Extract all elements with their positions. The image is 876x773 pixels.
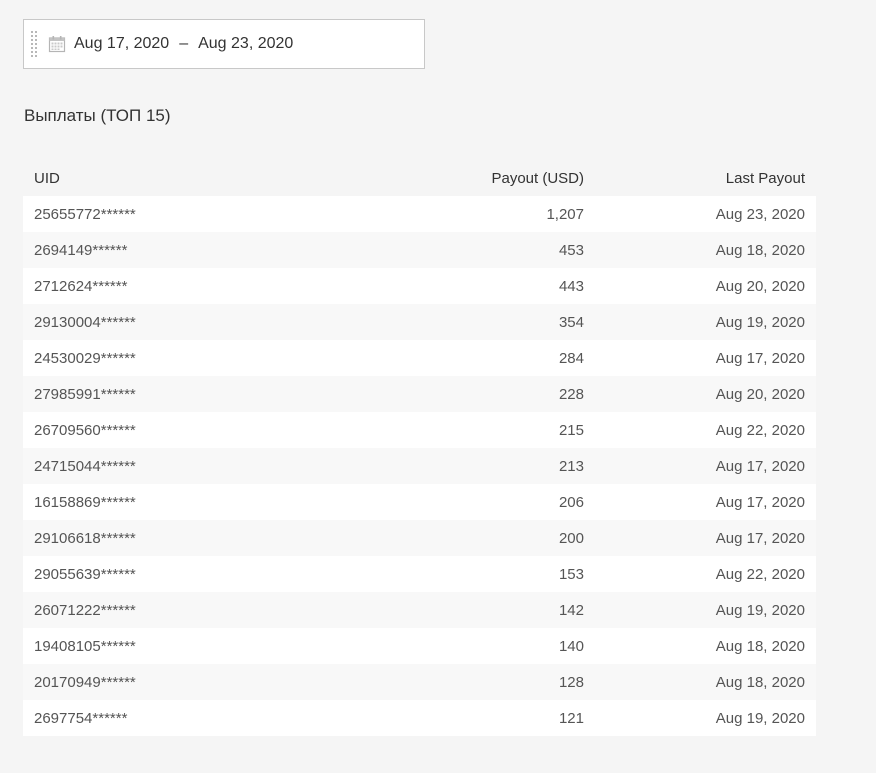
cell-last-payout: Aug 17, 2020 bbox=[595, 520, 816, 556]
table-row: 24530029****** 284 Aug 17, 2020 bbox=[23, 340, 816, 376]
payouts-table: UID Payout (USD) Last Payout 25655772***… bbox=[23, 160, 816, 736]
cell-payout: 200 bbox=[305, 520, 595, 556]
cell-last-payout: Aug 18, 2020 bbox=[595, 628, 816, 664]
table-row: 19408105****** 140 Aug 18, 2020 bbox=[23, 628, 816, 664]
cell-uid: 27985991****** bbox=[23, 376, 305, 412]
cell-payout: 228 bbox=[305, 376, 595, 412]
cell-payout: 121 bbox=[305, 700, 595, 736]
cell-payout: 443 bbox=[305, 268, 595, 304]
cell-uid: 29130004****** bbox=[23, 304, 305, 340]
cell-uid: 2712624****** bbox=[23, 268, 305, 304]
date-range-separator: – bbox=[179, 35, 189, 52]
table-row: 2697754****** 121 Aug 19, 2020 bbox=[23, 700, 816, 736]
table-row: 2712624****** 443 Aug 20, 2020 bbox=[23, 268, 816, 304]
cell-uid: 25655772****** bbox=[23, 196, 305, 232]
section-title: Выплаты (ТОП 15) bbox=[24, 106, 171, 125]
date-range-picker[interactable]: Aug 17, 2020 – Aug 23, 2020 bbox=[23, 19, 425, 69]
cell-payout: 354 bbox=[305, 304, 595, 340]
cell-payout: 128 bbox=[305, 664, 595, 700]
column-header-payout[interactable]: Payout (USD) bbox=[305, 160, 595, 196]
table-row: 2694149****** 453 Aug 18, 2020 bbox=[23, 232, 816, 268]
column-header-uid[interactable]: UID bbox=[23, 160, 305, 196]
cell-uid: 2694149****** bbox=[23, 232, 305, 268]
cell-last-payout: Aug 17, 2020 bbox=[595, 340, 816, 376]
table-row: 29106618****** 200 Aug 17, 2020 bbox=[23, 520, 816, 556]
table-row: 20170949****** 128 Aug 18, 2020 bbox=[23, 664, 816, 700]
cell-uid: 20170949****** bbox=[23, 664, 305, 700]
table-row: 24715044****** 213 Aug 17, 2020 bbox=[23, 448, 816, 484]
cell-payout: 1,207 bbox=[305, 196, 595, 232]
table-row: 29055639****** 153 Aug 22, 2020 bbox=[23, 556, 816, 592]
cell-payout: 453 bbox=[305, 232, 595, 268]
table-header-row: UID Payout (USD) Last Payout bbox=[23, 160, 816, 196]
table-row: 29130004****** 354 Aug 19, 2020 bbox=[23, 304, 816, 340]
cell-uid: 29055639****** bbox=[23, 556, 305, 592]
cell-uid: 29106618****** bbox=[23, 520, 305, 556]
cell-last-payout: Aug 18, 2020 bbox=[595, 664, 816, 700]
table-row: 25655772****** 1,207 Aug 23, 2020 bbox=[23, 196, 816, 232]
page: Aug 17, 2020 – Aug 23, 2020 Выплаты (ТОП… bbox=[0, 0, 876, 773]
cell-last-payout: Aug 17, 2020 bbox=[595, 484, 816, 520]
table-row: 27985991****** 228 Aug 20, 2020 bbox=[23, 376, 816, 412]
cell-uid: 26709560****** bbox=[23, 412, 305, 448]
cell-last-payout: Aug 20, 2020 bbox=[595, 376, 816, 412]
date-range-start[interactable]: Aug 17, 2020 bbox=[74, 35, 169, 53]
table-row: 26709560****** 215 Aug 22, 2020 bbox=[23, 412, 816, 448]
cell-last-payout: Aug 22, 2020 bbox=[595, 556, 816, 592]
cell-uid: 24715044****** bbox=[23, 448, 305, 484]
cell-last-payout: Aug 20, 2020 bbox=[595, 268, 816, 304]
cell-payout: 153 bbox=[305, 556, 595, 592]
column-header-last-payout[interactable]: Last Payout bbox=[595, 160, 816, 196]
cell-payout: 213 bbox=[305, 448, 595, 484]
cell-last-payout: Aug 19, 2020 bbox=[595, 304, 816, 340]
cell-uid: 26071222****** bbox=[23, 592, 305, 628]
cell-payout: 284 bbox=[305, 340, 595, 376]
cell-payout: 140 bbox=[305, 628, 595, 664]
cell-payout: 206 bbox=[305, 484, 595, 520]
drag-handle-icon[interactable] bbox=[31, 31, 37, 57]
cell-last-payout: Aug 19, 2020 bbox=[595, 700, 816, 736]
cell-uid: 24530029****** bbox=[23, 340, 305, 376]
table-row: 16158869****** 206 Aug 17, 2020 bbox=[23, 484, 816, 520]
date-range-end[interactable]: Aug 23, 2020 bbox=[198, 35, 293, 53]
cell-uid: 19408105****** bbox=[23, 628, 305, 664]
cell-payout: 215 bbox=[305, 412, 595, 448]
cell-last-payout: Aug 22, 2020 bbox=[595, 412, 816, 448]
cell-uid: 2697754****** bbox=[23, 700, 305, 736]
cell-last-payout: Aug 23, 2020 bbox=[595, 196, 816, 232]
cell-payout: 142 bbox=[305, 592, 595, 628]
calendar-icon bbox=[48, 36, 66, 53]
cell-uid: 16158869****** bbox=[23, 484, 305, 520]
cell-last-payout: Aug 19, 2020 bbox=[595, 592, 816, 628]
cell-last-payout: Aug 18, 2020 bbox=[595, 232, 816, 268]
table-row: 26071222****** 142 Aug 19, 2020 bbox=[23, 592, 816, 628]
cell-last-payout: Aug 17, 2020 bbox=[595, 448, 816, 484]
